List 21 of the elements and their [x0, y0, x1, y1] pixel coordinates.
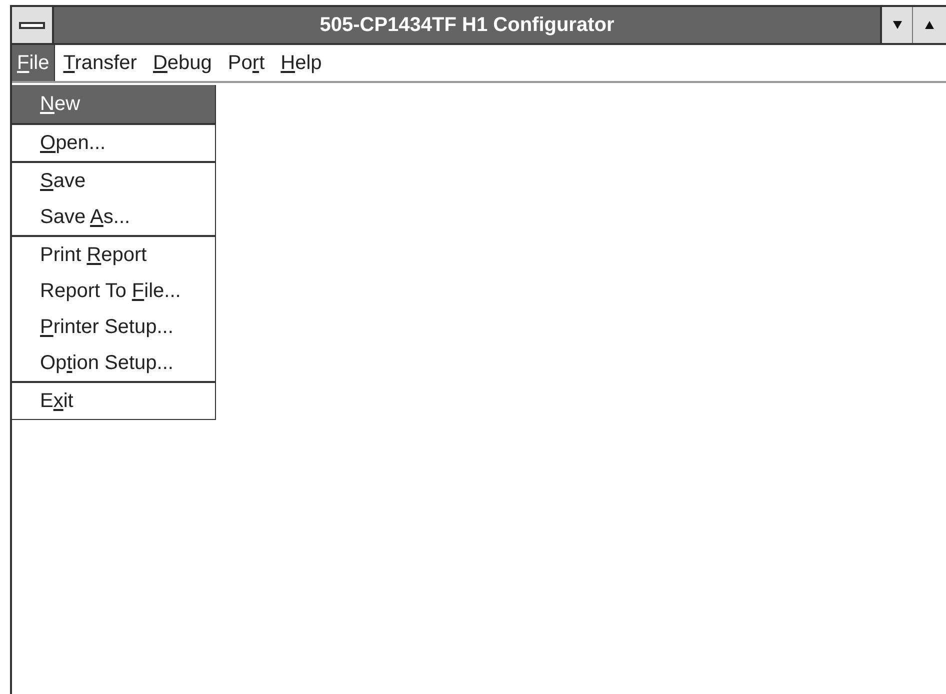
menu-item[interactable]: File	[12, 45, 56, 81]
menu-item[interactable]: Save As...	[12, 199, 215, 235]
menu-item[interactable]: Option Setup...	[12, 345, 215, 381]
menu-item[interactable]: Help	[274, 45, 328, 81]
menu-item[interactable]: Debug	[146, 45, 218, 81]
menu-item[interactable]: Report To File...	[12, 273, 215, 309]
maximize-button[interactable]	[912, 7, 946, 43]
minimize-icon	[892, 21, 902, 29]
maximize-icon	[925, 21, 934, 29]
system-menu-button[interactable]	[12, 7, 54, 43]
menu-item[interactable]: Transfer	[57, 45, 143, 81]
menu-item[interactable]: Port	[222, 45, 271, 81]
system-menu-icon	[19, 22, 45, 28]
menu-item[interactable]: New	[12, 85, 215, 123]
window-title: 505-CP1434TF H1 Configurator	[320, 13, 614, 38]
minimize-button[interactable]	[880, 7, 912, 43]
menu-item[interactable]: Open...	[12, 125, 215, 161]
menu-item[interactable]: Printer Setup...	[12, 309, 215, 345]
menu-item[interactable]: Print Report	[12, 237, 215, 273]
menu-item[interactable]: Exit	[12, 383, 215, 419]
menu-item[interactable]: Save	[12, 163, 215, 199]
